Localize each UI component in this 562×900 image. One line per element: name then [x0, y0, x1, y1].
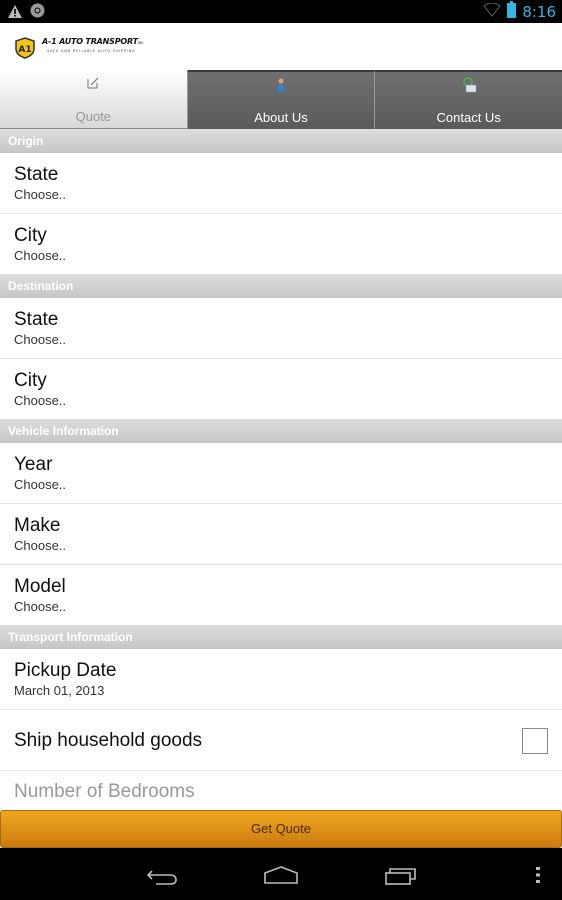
field-label: Pickup Date — [14, 660, 117, 681]
bedrooms-input[interactable] — [14, 771, 562, 803]
field-value: Choose.. — [14, 393, 67, 408]
wifi-icon — [483, 2, 502, 21]
status-bar: 8:16 — [0, 0, 562, 23]
get-quote-button[interactable]: Get Quote — [0, 810, 562, 848]
recent-apps-button[interactable] — [385, 867, 417, 889]
quote-form: Origin State Choose.. City Choose.. Dest… — [0, 129, 562, 813]
logo-name: A-1 AUTO TRANSPORT — [42, 37, 138, 46]
logo-suffix: inc. — [137, 40, 145, 45]
field-value: Choose.. — [14, 248, 67, 263]
home-button[interactable] — [264, 866, 298, 888]
more-vert-icon — [536, 867, 540, 883]
tab-bar: Quote About Us Contact Us — [0, 70, 562, 129]
section-header-vehicle: Vehicle Information — [0, 419, 562, 443]
pickup-date-picker[interactable]: Pickup Date March 01, 2013 — [0, 649, 562, 710]
household-goods-checkbox[interactable] — [522, 728, 548, 754]
field-label: City — [14, 225, 47, 246]
chrome-icon — [30, 3, 45, 22]
field-label: State — [14, 164, 59, 185]
system-nav-bar — [0, 848, 562, 900]
back-button[interactable] — [146, 867, 178, 889]
section-header-destination: Destination — [0, 274, 562, 298]
pencil-note-icon — [87, 77, 99, 89]
logo-badge-icon: A1 — [15, 37, 35, 59]
section-header-origin: Origin — [0, 129, 562, 153]
destination-state-select[interactable]: State Choose.. — [0, 298, 562, 359]
home-icon — [264, 866, 298, 884]
field-value: Choose.. — [14, 187, 67, 202]
field-label: Year — [14, 454, 53, 475]
origin-city-select[interactable]: City Choose.. — [0, 214, 562, 274]
clock: 8:16 — [522, 2, 556, 21]
app-header: A1 A-1 AUTO TRANSPORTinc. SAFE AND RELIA… — [0, 23, 562, 70]
tab-label: About Us — [254, 110, 308, 125]
vehicle-make-select[interactable]: Make Choose.. — [0, 504, 562, 565]
field-label: City — [14, 370, 47, 391]
logo-tagline: SAFE AND RELIABLE AUTO SHIPPING — [47, 49, 136, 53]
section-header-transport: Transport Information — [0, 625, 562, 649]
vehicle-year-select[interactable]: Year Choose.. — [0, 443, 562, 504]
tab-about-us[interactable]: About Us — [187, 70, 376, 129]
battery-icon — [507, 1, 517, 22]
origin-state-select[interactable]: State Choose.. — [0, 153, 562, 214]
recent-apps-icon — [385, 868, 416, 885]
warning-icon — [8, 3, 22, 22]
field-value: Choose.. — [14, 538, 67, 553]
field-value: March 01, 2013 — [14, 683, 105, 698]
field-label: State — [14, 309, 59, 330]
destination-city-select[interactable]: City Choose.. — [0, 359, 562, 419]
company-logo: A1 A-1 AUTO TRANSPORTinc. SAFE AND RELIA… — [14, 37, 144, 59]
field-value: Choose.. — [14, 332, 67, 347]
field-value: Choose.. — [14, 477, 67, 492]
tab-label: Contact Us — [436, 110, 501, 125]
field-label: Model — [14, 576, 66, 597]
tab-label: Quote — [75, 109, 112, 124]
vehicle-model-select[interactable]: Model Choose.. — [0, 565, 562, 625]
bedrooms-row — [0, 771, 562, 813]
household-goods-row: Ship household goods — [0, 710, 562, 771]
household-goods-label: Ship household goods — [14, 730, 203, 751]
tab-contact-us[interactable]: Contact Us — [375, 70, 562, 129]
overflow-menu-button[interactable] — [535, 866, 541, 888]
back-icon — [146, 870, 177, 885]
field-value: Choose.. — [14, 599, 67, 614]
tab-quote[interactable]: Quote — [0, 70, 188, 129]
svg-text:A1: A1 — [18, 45, 31, 55]
person-icon — [277, 78, 285, 92]
contact-mail-icon — [462, 77, 476, 93]
field-label: Make — [14, 515, 61, 536]
